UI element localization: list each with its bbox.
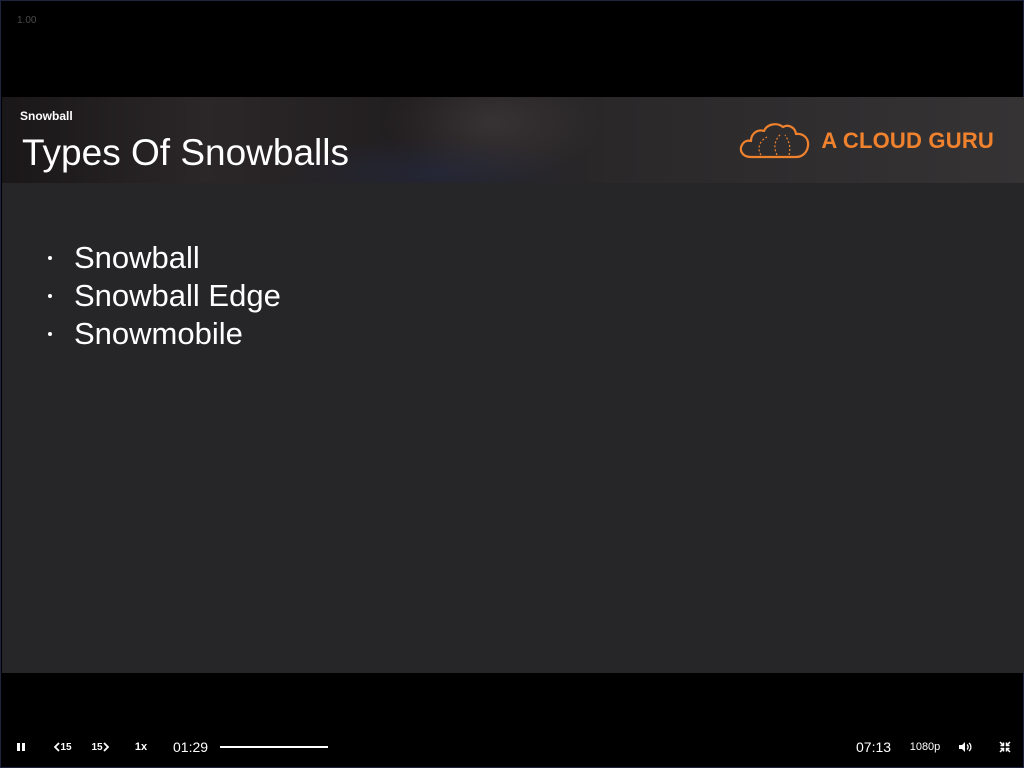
slide-title: Types Of Snowballs bbox=[22, 132, 349, 173]
video-frame-slide: Snowball Types Of Snowballs A CLOUD GURU… bbox=[2, 97, 1024, 673]
quality-button[interactable]: 1080p bbox=[907, 727, 943, 767]
exit-fullscreen-button[interactable] bbox=[995, 727, 1015, 767]
volume-icon bbox=[959, 742, 972, 752]
slide-bullet-text: Snowmobile bbox=[74, 316, 243, 351]
cloud-logo-icon bbox=[740, 123, 810, 159]
slide-bullet-item: Snowball Edge bbox=[46, 277, 281, 315]
slide-bullet-text: Snowball bbox=[74, 240, 200, 275]
chevron-right-icon bbox=[102, 742, 109, 752]
skip-back-button[interactable]: 15 bbox=[51, 727, 75, 767]
skip-forward-label: 15 bbox=[91, 741, 103, 753]
playback-rate-button[interactable]: 1x bbox=[131, 727, 151, 767]
speed-overlay: 1.00 bbox=[17, 15, 37, 26]
exit-fullscreen-icon bbox=[999, 741, 1011, 753]
duration-time: 07:13 bbox=[856, 739, 892, 755]
slide-bullet-text: Snowball Edge bbox=[74, 278, 281, 313]
volume-button[interactable] bbox=[955, 727, 975, 767]
bullet-dot-icon bbox=[48, 256, 52, 260]
slide-section-label: Snowball bbox=[20, 109, 73, 123]
pause-icon bbox=[17, 743, 25, 751]
bullet-dot-icon bbox=[48, 294, 52, 298]
pause-button[interactable] bbox=[11, 727, 31, 767]
slide-header: Snowball Types Of Snowballs A CLOUD GURU bbox=[2, 97, 1024, 183]
player-control-bar: 15 15 1x 01:29 07:13 1080p bbox=[1, 727, 1023, 767]
current-time: 01:29 bbox=[173, 739, 209, 755]
video-player[interactable]: 1.00 Snowball Types Of Snowballs A CLOUD… bbox=[0, 0, 1024, 768]
slide-bullet-item: Snowball bbox=[46, 239, 281, 277]
skip-forward-button[interactable]: 15 bbox=[88, 727, 112, 767]
progress-bar[interactable] bbox=[220, 746, 328, 748]
a-cloud-guru-logo: A CLOUD GURU bbox=[737, 119, 994, 163]
slide-bullet-list: Snowball Snowball Edge Snowmobile bbox=[46, 239, 281, 353]
bullet-dot-icon bbox=[48, 332, 52, 336]
slide-bullet-item: Snowmobile bbox=[46, 315, 281, 353]
skip-back-label: 15 bbox=[60, 741, 72, 753]
logo-wordmark: A CLOUD GURU bbox=[821, 128, 994, 153]
